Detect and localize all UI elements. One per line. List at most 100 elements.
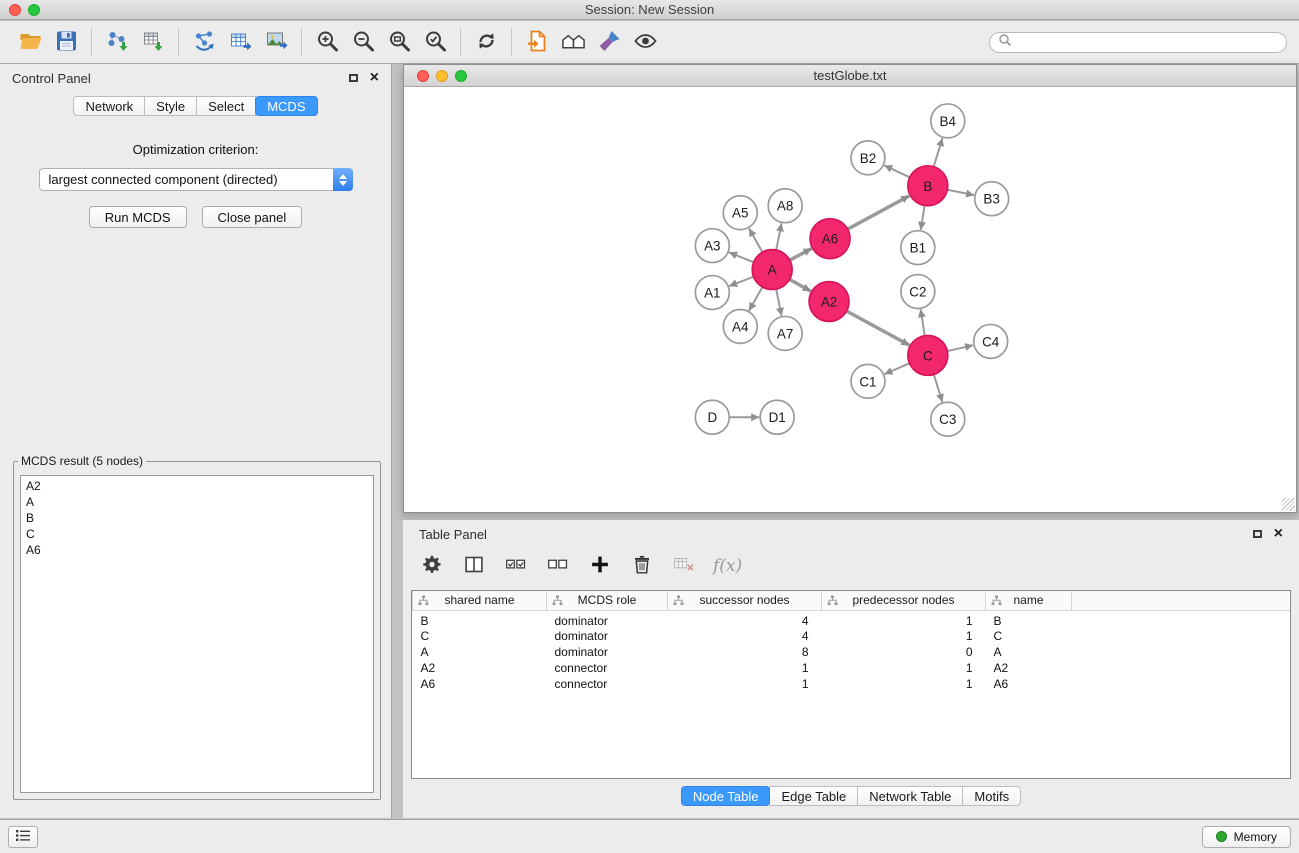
table-tab-edge-table[interactable]: Edge Table [769,786,858,806]
graph-node-C2[interactable]: C2 [901,275,935,309]
network-graph[interactable]: AA1A2A3A4A5A6A7A8BB1B2B3B4CC1C2C3C4DD1 [404,88,1296,512]
table-cell[interactable]: 0 [822,644,986,660]
graph-edge-C-C4[interactable] [947,345,973,351]
table-cell[interactable]: 1 [668,660,822,676]
zoom-in-button[interactable] [309,25,345,59]
graph-edge-A-A2[interactable] [790,279,811,291]
network-minimize-button[interactable] [436,70,448,82]
column-edit-icon[interactable] [827,595,838,609]
table-cell[interactable]: connector [547,660,668,676]
network-zoom-button[interactable] [455,70,467,82]
optimization-dropdown[interactable]: largest connected component (directed) [39,168,353,191]
column-edit-icon[interactable] [991,595,1002,609]
graph-edge-C-C2[interactable] [921,309,925,335]
graph-node-A5[interactable]: A5 [723,196,757,230]
add-column-button[interactable] [587,553,613,579]
graph-edge-C-C1[interactable] [884,363,909,374]
table-cell[interactable]: 8 [668,644,822,660]
graph-node-B3[interactable]: B3 [975,182,1009,216]
close-table-panel-icon[interactable]: × [1274,528,1283,540]
close-window-button[interactable] [9,4,21,16]
graph-node-A4[interactable]: A4 [723,309,757,343]
column-header-shared-name[interactable]: shared name [413,591,547,610]
show-hide-button[interactable] [627,25,663,59]
refresh-layout-button[interactable] [468,25,504,59]
network-canvas[interactable]: AA1A2A3A4A5A6A7A8BB1B2B3B4CC1C2C3C4DD1 [404,88,1296,512]
float-table-panel-icon[interactable] [1253,530,1262,538]
graph-edge-B-B4[interactable] [934,138,943,167]
graph-edge-A-A7[interactable] [776,289,781,316]
column-edit-icon[interactable] [552,595,563,609]
save-session-button[interactable] [48,25,84,59]
table-cell[interactable]: 1 [822,676,986,692]
graph-node-B1[interactable]: B1 [901,231,935,265]
function-builder-button[interactable]: f(x) [713,556,742,576]
graph-edge-B-B1[interactable] [921,205,925,229]
open-session-button[interactable] [12,25,48,59]
graph-node-A2[interactable]: A2 [809,282,849,322]
delete-column-button[interactable] [629,553,655,579]
float-panel-icon[interactable] [349,74,358,82]
graph-node-B4[interactable]: B4 [931,104,965,138]
mcds-result-item[interactable]: B [26,510,368,526]
graph-node-D1[interactable]: D1 [760,400,794,434]
export-table-button[interactable] [222,25,258,59]
graph-node-A7[interactable]: A7 [768,316,802,350]
table-row[interactable]: Adominator80A [413,644,1291,660]
mcds-result-item[interactable]: C [26,526,368,542]
table-row[interactable]: A2connector11A2 [413,660,1291,676]
table-cell[interactable]: C [986,628,1072,644]
delete-table-button[interactable] [671,553,697,579]
table-row[interactable]: A6connector11A6 [413,676,1291,692]
close-panel-button[interactable]: Close panel [202,206,303,228]
import-network-button[interactable] [99,25,135,59]
column-edit-icon[interactable] [418,595,429,609]
column-header-predecessor-nodes[interactable]: predecessor nodes [822,591,986,610]
select-all-rows-button[interactable] [503,553,529,579]
column-edit-icon[interactable] [673,595,684,609]
table-cell[interactable]: dominator [547,628,668,644]
table-cell[interactable]: A2 [413,660,547,676]
graph-node-A3[interactable]: A3 [695,229,729,263]
table-settings-button[interactable] [419,553,445,579]
mcds-result-list[interactable]: A2ABCA6 [20,475,374,793]
zoom-out-button[interactable] [345,25,381,59]
graph-edge-B-B3[interactable] [947,190,974,195]
close-panel-icon[interactable]: × [370,72,379,84]
mcds-result-item[interactable]: A [26,494,368,510]
table-cell[interactable]: 1 [822,660,986,676]
home-button[interactable] [555,25,591,59]
table-cell[interactable]: 4 [668,628,822,644]
table-cell[interactable]: 1 [668,676,822,692]
graph-edge-B-B2[interactable] [884,165,910,177]
graph-edge-C-C3[interactable] [934,374,943,402]
graph-node-B2[interactable]: B2 [851,141,885,175]
control-tab-mcds[interactable]: MCDS [255,96,317,116]
graph-node-D[interactable]: D [695,400,729,434]
mcds-result-item[interactable]: A2 [26,478,368,494]
control-tab-network[interactable]: Network [73,96,145,116]
graph-edge-A-A3[interactable] [729,252,754,262]
graph-edge-A-A5[interactable] [749,228,762,252]
resize-handle[interactable] [1282,498,1295,511]
export-network-button[interactable] [186,25,222,59]
table-cell[interactable]: A [986,644,1072,660]
graph-node-C3[interactable]: C3 [931,402,965,436]
graph-edge-A-A8[interactable] [776,223,781,250]
task-history-button[interactable] [8,826,38,848]
table-cell[interactable]: B [986,610,1072,628]
graph-node-A[interactable]: A [752,250,792,290]
table-row[interactable]: Bdominator41B [413,610,1291,628]
graph-node-B[interactable]: B [908,166,948,206]
network-close-button[interactable] [417,70,429,82]
table-cell[interactable]: 1 [822,610,986,628]
search-input[interactable] [1012,35,1278,49]
table-cell[interactable]: dominator [547,644,668,660]
table-row[interactable]: Cdominator41C [413,628,1291,644]
graph-node-A1[interactable]: A1 [695,276,729,310]
table-cell[interactable]: connector [547,676,668,692]
graph-node-C[interactable]: C [908,335,948,375]
zoom-window-button[interactable] [28,4,40,16]
zoom-fit-button[interactable] [381,25,417,59]
table-cell[interactable]: C [413,628,547,644]
